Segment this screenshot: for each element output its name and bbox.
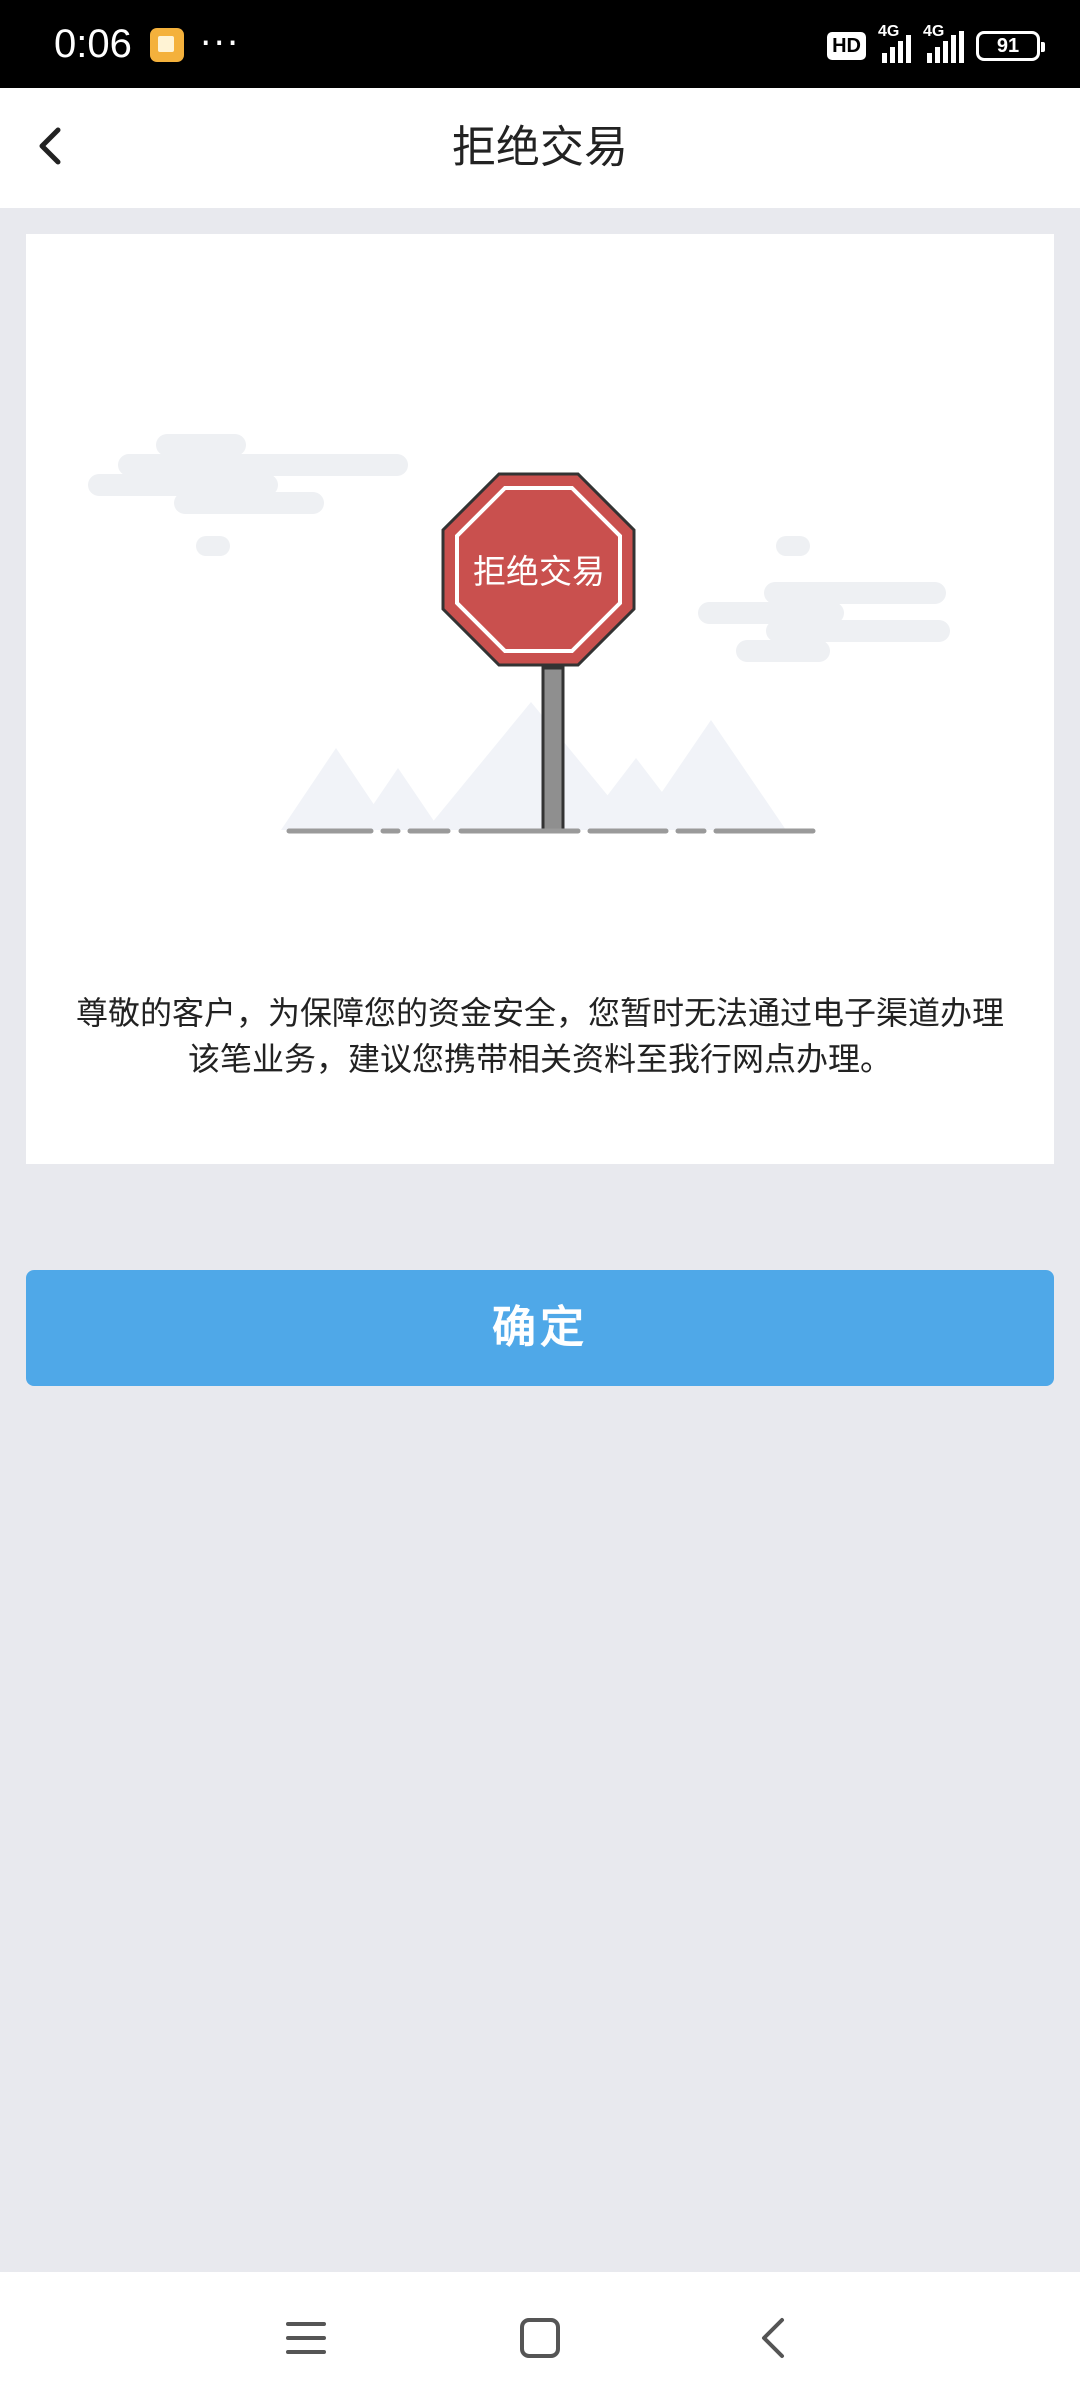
page-title: 拒绝交易 <box>452 122 628 173</box>
app-notification-icon <box>150 28 184 62</box>
confirm-button[interactable]: 确定 <box>26 1270 1054 1386</box>
sign-text: 拒绝交易 <box>473 552 605 591</box>
battery-icon: 91 <box>976 31 1045 61</box>
system-nav-bar <box>0 2272 1080 2400</box>
signal-icon: 4G <box>923 23 964 63</box>
rejection-card: 拒绝交易 尊敬的客户，为保障您的资金安全，您暂时无法通过电子渠道办理该笔业务，建… <box>26 234 1054 1164</box>
cloud-decoration <box>88 434 408 556</box>
status-indicators: HD 4G 4G 91 <box>827 23 1045 68</box>
home-icon[interactable] <box>512 2310 568 2366</box>
status-time: 0:06 <box>54 22 132 66</box>
status-bar: 0:06 ··· HD 4G 4G 91 <box>0 0 1080 88</box>
rejection-message: 尊敬的客户，为保障您的资金安全，您暂时无法通过电子渠道办理该笔业务，建议您携带相… <box>75 994 1004 1078</box>
hd-icon: HD <box>827 32 866 60</box>
signal-icon: 4G <box>878 23 911 63</box>
battery-level: 91 <box>996 34 1020 57</box>
stop-sign-illustration: 拒绝交易 <box>88 434 950 834</box>
mountain-decoration <box>281 702 786 830</box>
back-icon[interactable] <box>746 2310 802 2366</box>
header-bar: 拒绝交易 <box>0 88 1080 208</box>
cloud-decoration <box>698 536 950 662</box>
menu-icon[interactable] <box>278 2310 334 2366</box>
more-notifications-icon: ··· <box>200 23 241 64</box>
